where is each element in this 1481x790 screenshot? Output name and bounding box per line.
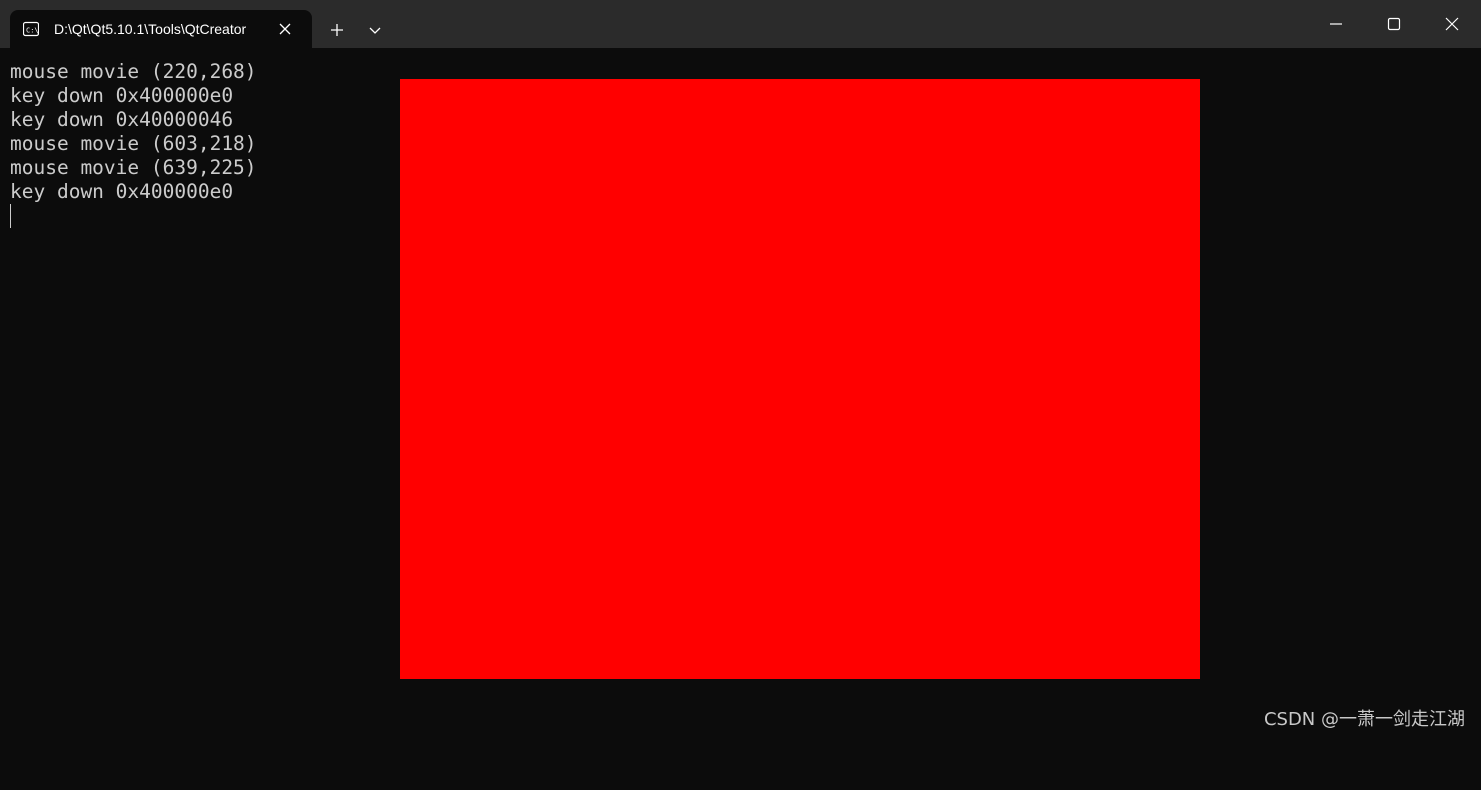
- tab-title: D:\Qt\Qt5.10.1\Tools\QtCreator: [54, 21, 247, 37]
- new-tab-button[interactable]: [322, 15, 352, 45]
- minimize-button[interactable]: [1312, 0, 1360, 48]
- terminal-icon: C:\: [23, 21, 39, 37]
- console-line: mouse movie (639,225): [10, 156, 257, 179]
- title-bar: C:\ D:\Qt\Qt5.10.1\Tools\QtCreator: [0, 0, 1481, 48]
- maximize-button[interactable]: [1370, 0, 1418, 48]
- terminal-tab[interactable]: C:\ D:\Qt\Qt5.10.1\Tools\QtCreator: [10, 10, 312, 48]
- console-line: key down 0x40000046: [10, 108, 234, 131]
- tab-close-icon[interactable]: [277, 21, 293, 37]
- console-line: mouse movie (220,268): [10, 60, 257, 83]
- close-icon: [1445, 17, 1459, 31]
- render-canvas[interactable]: [400, 79, 1200, 679]
- terminal-output-area[interactable]: mouse movie (220,268) key down 0x400000e…: [0, 48, 1481, 790]
- console-line: mouse movie (603,218): [10, 132, 257, 155]
- tab-dropdown-button[interactable]: [360, 15, 390, 45]
- console-line: key down 0x400000e0: [10, 84, 234, 107]
- chevron-down-icon: [369, 27, 381, 34]
- close-window-button[interactable]: [1428, 0, 1476, 48]
- svg-text:C:\: C:\: [26, 27, 39, 35]
- minimize-icon: [1330, 23, 1342, 25]
- console-line: key down 0x400000e0: [10, 180, 234, 203]
- plus-icon: [331, 24, 343, 36]
- watermark: CSDN @一萧一剑走江湖: [1263, 709, 1465, 730]
- maximize-icon: [1387, 17, 1401, 31]
- text-cursor: [10, 204, 11, 228]
